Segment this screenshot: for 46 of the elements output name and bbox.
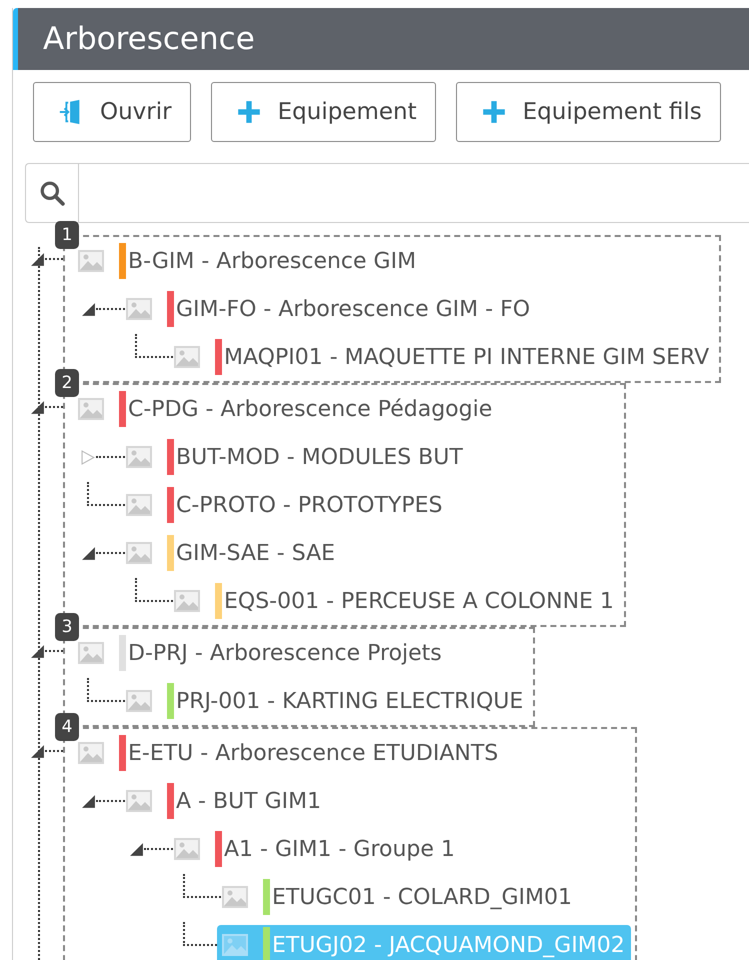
group-number: 4: [55, 713, 79, 741]
tree-item[interactable]: A - BUT GIM1: [121, 781, 328, 821]
tree-item[interactable]: A1 - GIM1 - Groupe 1: [169, 829, 461, 869]
search-field[interactable]: [25, 163, 749, 223]
image-icon: [173, 345, 201, 369]
expand-toggle[interactable]: [81, 450, 96, 464]
image-icon: [173, 837, 201, 861]
image-icon: [77, 249, 105, 273]
tree-item[interactable]: EQS-001 - PERCEUSE A COLONNE 1: [169, 581, 620, 621]
plus-icon: [236, 99, 262, 125]
expand-toggle[interactable]: [30, 744, 45, 758]
tree-item[interactable]: GIM-SAE - SAE: [121, 533, 342, 573]
search-icon: [39, 180, 65, 206]
plus-icon: [480, 99, 507, 125]
image-icon: [77, 741, 105, 765]
tree-item[interactable]: BUT-MOD - MODULES BUT: [121, 437, 469, 477]
image-icon: [125, 789, 153, 813]
panel-title: Arborescence: [43, 21, 255, 57]
expand-toggle[interactable]: [81, 546, 96, 560]
add-button[interactable]: Equipement: [210, 82, 436, 142]
tree-item[interactable]: GIM-FO - Arborescence GIM - FO: [121, 289, 536, 329]
expand-toggle[interactable]: [129, 842, 144, 856]
tree-item[interactable]: ETUGC01 - COLARD_GIM01: [217, 877, 578, 917]
add-button[interactable]: Equipement fils: [456, 82, 721, 142]
image-icon: [221, 885, 249, 909]
group-number: 3: [55, 613, 79, 641]
expand-toggle[interactable]: [30, 400, 45, 414]
image-icon: [77, 641, 105, 665]
expand-toggle[interactable]: [81, 794, 96, 808]
tree-item[interactable]: MAQPI01 - MAQUETTE PI INTERNE GIM SERV: [169, 337, 716, 377]
image-icon: [77, 397, 105, 421]
image-icon: [125, 297, 153, 321]
group-number: 2: [55, 369, 79, 397]
expand-toggle[interactable]: [81, 302, 96, 316]
image-icon: [125, 689, 153, 713]
image-icon: [125, 493, 153, 517]
group-number: 1: [55, 221, 79, 249]
expand-toggle[interactable]: [30, 644, 45, 658]
image-icon: [125, 445, 153, 469]
image-icon: [125, 541, 153, 565]
tree-item[interactable]: C-PROTO - PROTOTYPES: [121, 485, 448, 525]
image-icon: [221, 933, 249, 957]
open-button[interactable]: Ouvrir: [33, 82, 191, 142]
tree-item[interactable]: PRJ-001 - KARTING ELECTRIQUE: [121, 681, 530, 721]
image-icon: [173, 589, 201, 613]
expand-toggle[interactable]: [30, 252, 45, 266]
